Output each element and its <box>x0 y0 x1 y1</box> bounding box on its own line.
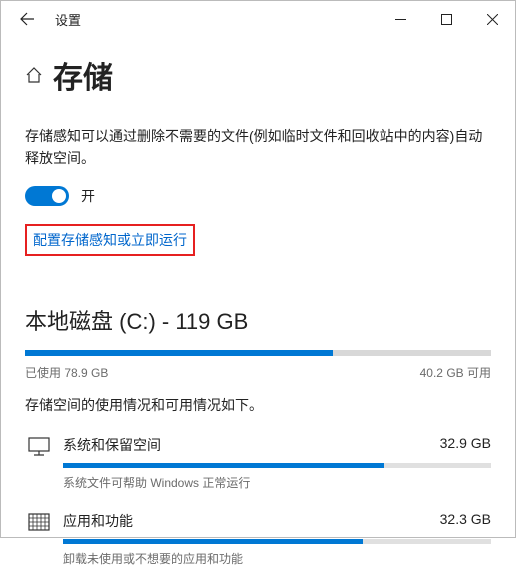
category-name: 系统和保留空间 <box>63 435 161 455</box>
configure-link-highlight: 配置存储感知或立即运行 <box>25 224 195 256</box>
disk-sub-description: 存储空间的使用情况和可用情况如下。 <box>25 395 491 415</box>
storage-sense-description: 存储感知可以通过删除不需要的文件(例如临时文件和回收站中的内容)自动释放空间。 <box>25 125 491 170</box>
category-header: 应用和功能 32.3 GB <box>63 511 491 531</box>
disk-used-label: 已使用 78.9 GB <box>25 364 108 381</box>
category-note: 卸载未使用或不想要的应用和功能 <box>63 550 491 567</box>
disk-free-label: 40.2 GB 可用 <box>420 364 491 381</box>
maximize-icon <box>441 14 452 25</box>
category-name: 应用和功能 <box>63 511 133 531</box>
storage-sense-toggle-row: 开 <box>25 186 491 206</box>
category-apps[interactable]: 应用和功能 32.3 GB 卸载未使用或不想要的应用和功能 <box>25 511 491 567</box>
maximize-button[interactable] <box>423 1 469 37</box>
category-bar-fill <box>63 463 384 468</box>
content: 存储 存储感知可以通过删除不需要的文件(例如临时文件和回收站中的内容)自动释放空… <box>1 37 515 567</box>
disk-usage-meta: 已使用 78.9 GB 40.2 GB 可用 <box>25 364 491 381</box>
titlebar: 设置 <box>1 1 515 37</box>
category-bar <box>63 539 491 544</box>
window-title: 设置 <box>55 10 81 29</box>
category-size: 32.9 GB <box>440 435 491 455</box>
monitor-icon <box>25 435 53 491</box>
arrow-left-icon <box>19 11 35 27</box>
configure-storage-sense-link[interactable]: 配置存储感知或立即运行 <box>33 232 187 248</box>
category-bar <box>63 463 491 468</box>
page-header: 存储 <box>25 53 491 97</box>
close-icon <box>487 14 498 25</box>
grid-icon <box>25 511 53 567</box>
category-size: 32.3 GB <box>440 511 491 531</box>
window-controls <box>377 1 515 37</box>
close-button[interactable] <box>469 1 515 37</box>
disk-usage-bar <box>25 350 491 356</box>
disk-title: 本地磁盘 (C:) - 119 GB <box>25 304 491 336</box>
toggle-knob <box>52 189 66 203</box>
page-title: 存储 <box>53 53 113 97</box>
back-button[interactable] <box>13 5 41 33</box>
category-system[interactable]: 系统和保留空间 32.9 GB 系统文件可帮助 Windows 正常运行 <box>25 435 491 491</box>
toggle-state-label: 开 <box>81 186 95 206</box>
category-header: 系统和保留空间 32.9 GB <box>63 435 491 455</box>
category-body: 应用和功能 32.3 GB 卸载未使用或不想要的应用和功能 <box>63 511 491 567</box>
minimize-icon <box>395 14 406 25</box>
minimize-button[interactable] <box>377 1 423 37</box>
storage-sense-toggle[interactable] <box>25 186 69 206</box>
disk-usage-fill <box>25 350 333 356</box>
category-body: 系统和保留空间 32.9 GB 系统文件可帮助 Windows 正常运行 <box>63 435 491 491</box>
category-note: 系统文件可帮助 Windows 正常运行 <box>63 474 491 491</box>
category-bar-fill <box>63 539 363 544</box>
home-icon <box>25 66 43 84</box>
